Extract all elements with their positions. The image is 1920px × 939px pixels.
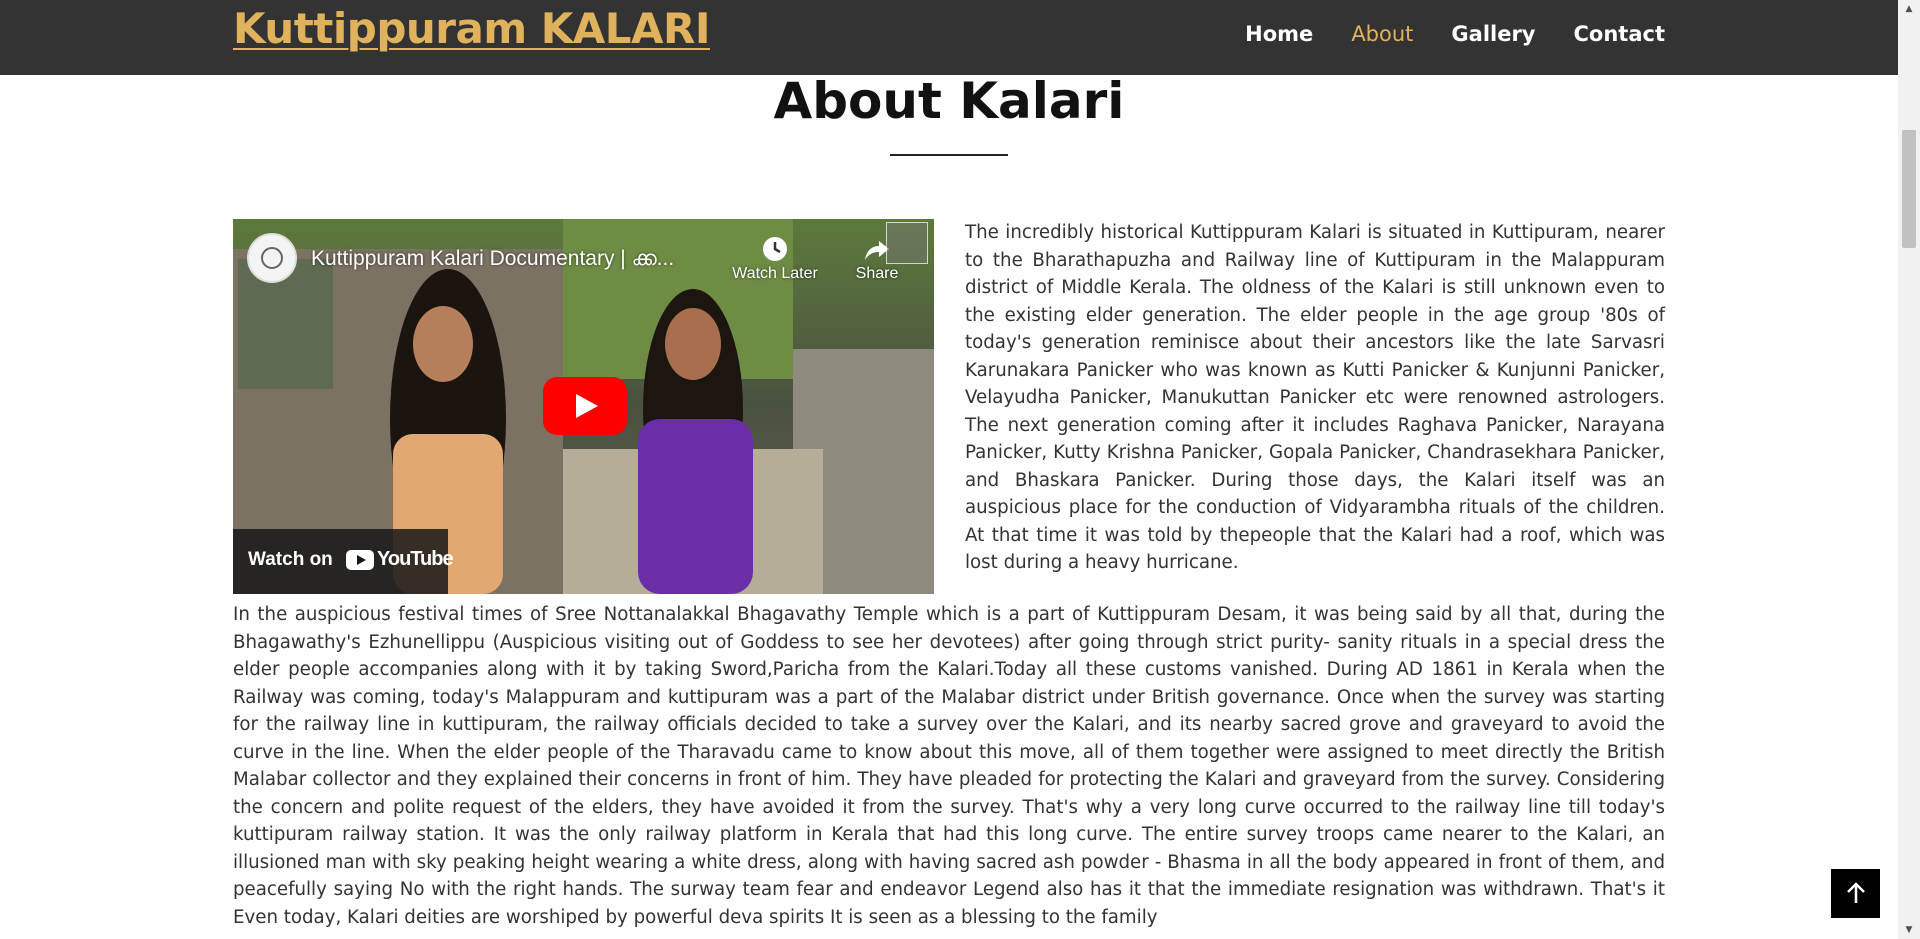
video-title[interactable]: Kuttippuram Kalari Documentary | ക്ക... [311,247,711,271]
nav-menu: Home About Gallery Contact [1207,22,1665,46]
nav-home[interactable]: Home [1245,22,1313,46]
navbar: Kuttippuram KALARI Home About Gallery Co… [0,0,1898,75]
scroll-thumb[interactable] [1902,130,1916,248]
channel-watermark [886,222,928,264]
arrow-up-icon [1847,882,1865,903]
site-brand[interactable]: Kuttippuram KALARI [233,4,711,53]
watch-later-button[interactable]: Watch Later [725,235,825,283]
play-icon[interactable] [543,377,627,435]
about-paragraph-1: The incredibly historical Kuttippuram Ka… [965,222,1665,573]
clock-icon [725,235,825,265]
nav-contact[interactable]: Contact [1574,22,1666,46]
nav-gallery[interactable]: Gallery [1451,22,1535,46]
scroll-up-icon[interactable]: ▲ [1898,0,1920,18]
watch-later-label: Watch Later [732,265,818,282]
page-title: About Kalari [773,72,1125,130]
watch-on-youtube-button[interactable]: Watch on YouTube [233,529,454,594]
scroll-down-icon[interactable]: ▼ [1898,921,1920,939]
about-paragraph-2: In the auspicious festival times of Sree… [233,604,1665,928]
channel-avatar[interactable] [247,233,297,283]
youtube-video-embed[interactable]: Kuttippuram Kalari Documentary | ക്ക... … [233,219,934,594]
youtube-logo-icon [346,550,374,570]
youtube-wordmark: YouTube [377,548,454,570]
watch-on-label: Watch on [248,549,333,570]
title-divider [890,154,1008,156]
share-label: Share [855,265,899,282]
page-scrollbar[interactable]: ▲ ▼ [1898,0,1920,939]
back-to-top-button[interactable] [1831,869,1880,918]
nav-about[interactable]: About [1351,22,1413,46]
